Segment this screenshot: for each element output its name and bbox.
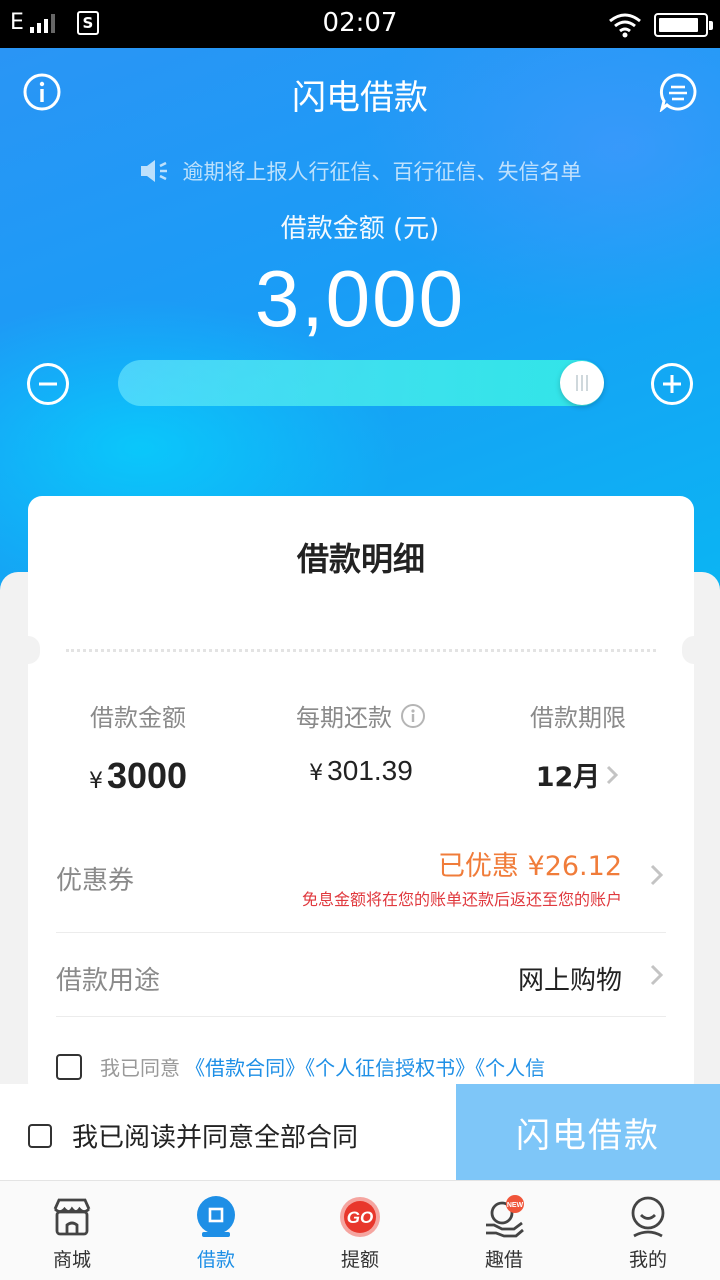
tab-label: 提额 bbox=[340, 1249, 379, 1271]
chevron-right-icon bbox=[650, 964, 664, 986]
loan-term-label: 借款期限 bbox=[530, 704, 626, 732]
agree-all-label: 我已阅读并同意全部合同 bbox=[72, 1123, 359, 1153]
loan-detail-card: 借款明细 借款金额 ¥ 3000 每期还款 ¥ 301.39 借款期限 12月 bbox=[16, 496, 706, 1096]
tab-loan[interactable]: 借款 bbox=[144, 1181, 288, 1280]
profile-icon bbox=[631, 1196, 665, 1238]
currency-symbol: ¥ bbox=[88, 769, 103, 794]
amount-label: 借款金额 (元) bbox=[280, 214, 440, 244]
contract-checkbox[interactable] bbox=[56, 1053, 82, 1080]
coupon-note: 免息金额将在您的账单还款后返还至您的账户 bbox=[301, 890, 622, 909]
purpose-value: 网上购物 bbox=[517, 966, 622, 996]
notice-text: 逾期将上报人行征信、百行征信、失信名单 bbox=[182, 160, 582, 184]
svg-text:GO: GO bbox=[347, 1208, 373, 1227]
tab-raise-limit[interactable]: GO 提额 bbox=[288, 1181, 432, 1280]
agree-all-contracts[interactable]: 我已阅读并同意全部合同 bbox=[28, 1117, 358, 1154]
slider-handle[interactable] bbox=[560, 361, 604, 405]
status-bar: E S 02:07 bbox=[0, 0, 720, 48]
loan-term-value: 12月 bbox=[535, 762, 601, 793]
tab-bar: 商城 借款 GO 提额 NEW 趣借 我的 bbox=[0, 1180, 720, 1280]
info-icon[interactable] bbox=[400, 703, 426, 729]
battery-icon bbox=[654, 13, 713, 37]
agreement-prefix: 我已同意 bbox=[100, 1056, 180, 1080]
purpose-label: 借款用途 bbox=[56, 966, 161, 996]
coupon-row[interactable]: 优惠券 已优惠 ¥26.12 免息金额将在您的账单还款后返还至您的账户 bbox=[56, 844, 666, 914]
increase-amount-button[interactable] bbox=[650, 362, 694, 406]
tab-label: 商城 bbox=[52, 1249, 91, 1271]
dashed-divider bbox=[66, 649, 656, 652]
message-icon[interactable] bbox=[658, 72, 698, 112]
tab-fun-loan[interactable]: NEW 趣借 bbox=[432, 1181, 576, 1280]
action-bar: 我已阅读并同意全部合同 闪电借款 bbox=[0, 1084, 720, 1180]
loan-amount-label: 借款金额 bbox=[90, 704, 186, 732]
chevron-right-icon bbox=[650, 864, 664, 886]
submit-loan-button[interactable]: 闪电借款 bbox=[456, 1084, 720, 1180]
chevron-right-icon bbox=[607, 765, 619, 784]
agree-all-checkbox[interactable] bbox=[28, 1123, 52, 1148]
amount-slider[interactable] bbox=[118, 360, 604, 406]
new-badge: NEW bbox=[507, 1202, 524, 1209]
installment-value: 301.39 bbox=[327, 755, 413, 786]
installment-column: 每期还款 ¥ 301.39 bbox=[251, 698, 471, 787]
loan-icon bbox=[197, 1196, 235, 1237]
coupon-discount: 已优惠 ¥26.12 bbox=[437, 851, 622, 882]
contract-links[interactable]: 《借款合同》《个人征信授权书》《个人信 bbox=[185, 1056, 545, 1080]
tab-label: 我的 bbox=[628, 1249, 667, 1271]
loan-amount-value: 3000 bbox=[106, 755, 188, 796]
contract-agreement: 我已同意 《借款合同》《个人征信授权书》《个人信 bbox=[56, 1052, 545, 1081]
tab-label: 趣借 bbox=[484, 1249, 523, 1271]
store-icon bbox=[53, 1198, 91, 1236]
overdue-notice: 逾期将上报人行征信、百行征信、失信名单 bbox=[0, 156, 720, 186]
hand-new-icon: NEW bbox=[486, 1195, 524, 1238]
wifi-icon bbox=[609, 13, 641, 38]
loan-term-column[interactable]: 借款期限 12月 bbox=[468, 698, 688, 794]
amount-value: 3,000 bbox=[254, 254, 466, 343]
coupon-label: 优惠券 bbox=[56, 866, 135, 896]
tab-label: 借款 bbox=[196, 1249, 235, 1271]
currency-symbol: ¥ bbox=[309, 761, 324, 786]
card-title: 借款明细 bbox=[296, 540, 425, 578]
tab-profile[interactable]: 我的 bbox=[576, 1181, 720, 1280]
loan-amount-column: 借款金额 ¥ 3000 bbox=[28, 698, 248, 797]
purpose-row[interactable]: 借款用途 网上购物 bbox=[56, 960, 666, 1000]
installment-label: 每期还款 bbox=[296, 704, 392, 732]
decrease-amount-button[interactable] bbox=[26, 362, 70, 406]
tab-store[interactable]: 商城 bbox=[0, 1181, 144, 1280]
page-title: 闪电借款 bbox=[292, 78, 428, 118]
go-badge-icon: GO bbox=[340, 1197, 380, 1237]
speaker-icon bbox=[140, 160, 167, 182]
